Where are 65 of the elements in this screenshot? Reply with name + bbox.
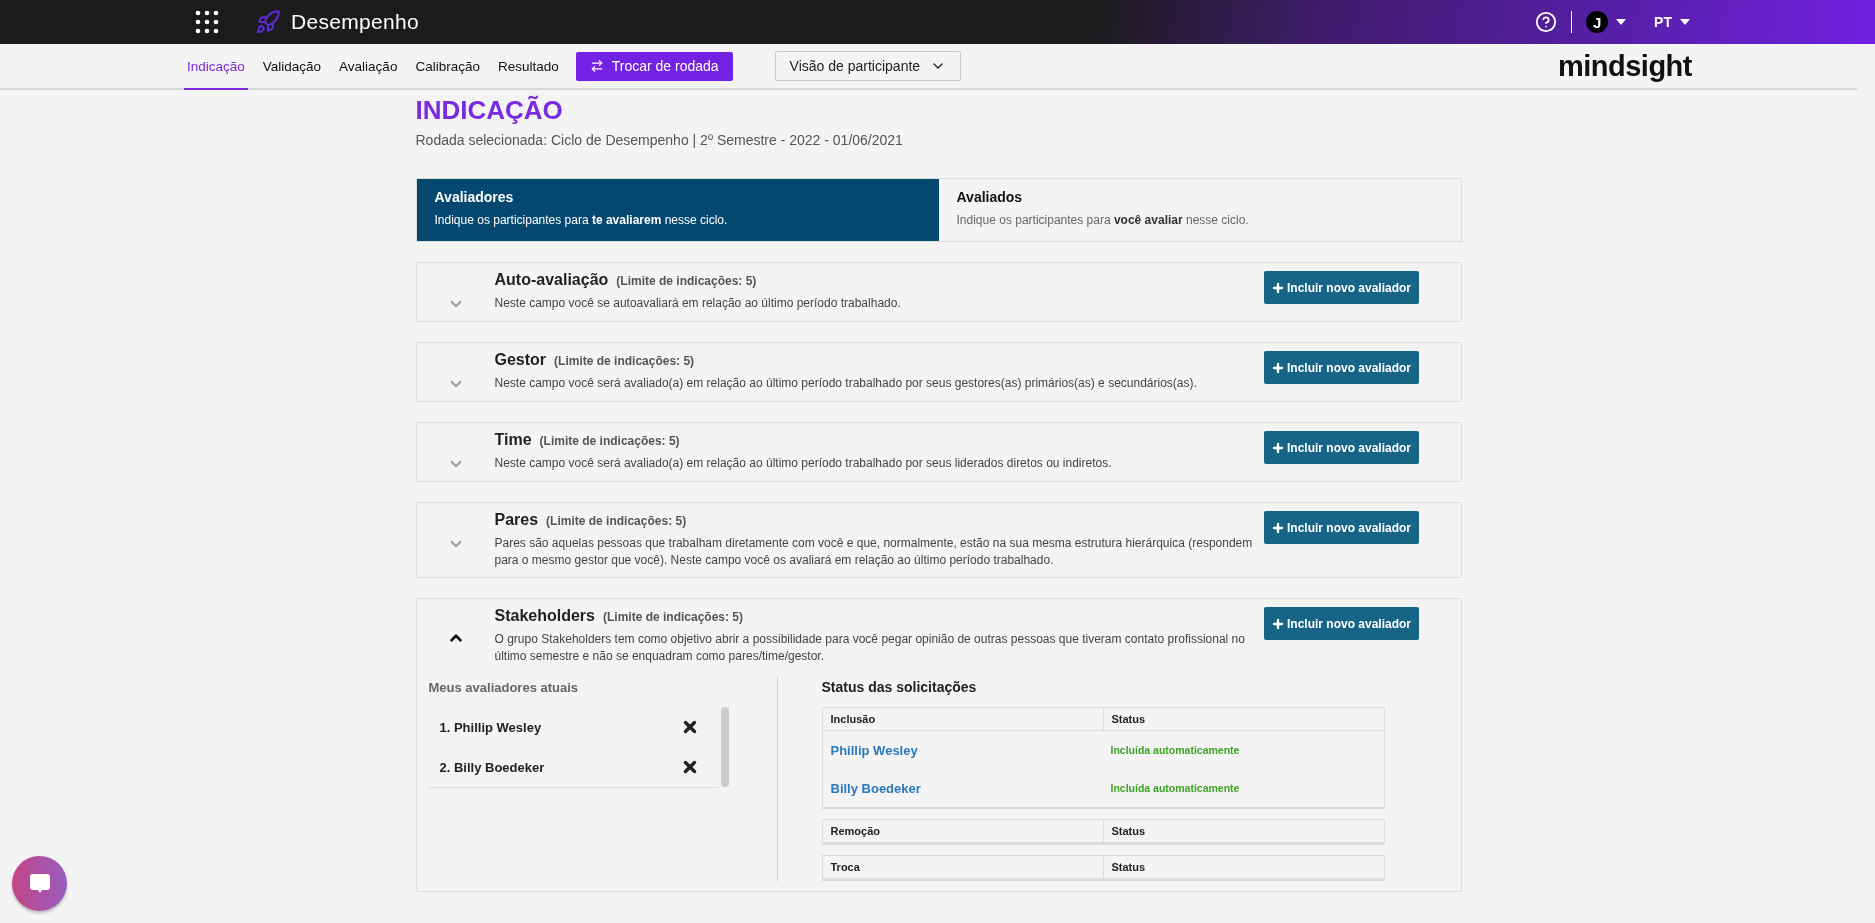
scrollbar[interactable] bbox=[720, 707, 729, 787]
section-description: O grupo Stakeholders tem como objetivo abrir a possibilidade para você pegar opinião de outras pessoas que tiveram contato profissional no último semestre e não se enquadram como pares/time/gestor. bbox=[494, 631, 1246, 665]
switch-round-button[interactable]: Trocar de rodada bbox=[575, 51, 733, 81]
nav-tab[interactable]: Avaliação bbox=[336, 44, 401, 90]
section-title: Auto-avaliação bbox=[494, 271, 609, 288]
user-avatar[interactable]: J bbox=[1586, 11, 1609, 33]
section-title: Gestor bbox=[494, 351, 547, 368]
mode-tab-title: Avaliados bbox=[956, 189, 1024, 205]
page-subtitle: Rodada selecionada: Ciclo de Desempenho | 2º Semestre - 2022 - 01/06/2021 bbox=[415, 132, 904, 148]
limit-label: (Limite de indicações: 5) bbox=[546, 514, 687, 528]
column-header: Troca bbox=[829, 860, 861, 875]
evaluator-name: 1. Phillip Wesley bbox=[439, 719, 542, 735]
app-title: Desempenho bbox=[291, 10, 419, 34]
plus-icon bbox=[1271, 520, 1285, 535]
section-title: Stakeholders bbox=[494, 607, 595, 624]
nav-tab[interactable]: Calibração bbox=[412, 44, 483, 90]
limit-label: (Limite de indicações: 5) bbox=[603, 610, 744, 624]
limit-label: (Limite de indicações: 5) bbox=[554, 354, 695, 368]
status-title: Status das solicitações bbox=[821, 679, 978, 695]
add-evaluator-button[interactable]: Incluir novo avaliador bbox=[1263, 607, 1419, 640]
add-evaluator-button[interactable]: Incluir novo avaliador bbox=[1263, 351, 1419, 384]
person-link[interactable]: Phillip Wesley bbox=[822, 742, 918, 758]
section-title: Pares bbox=[494, 511, 539, 528]
mode-tab-title: Avaliadores bbox=[434, 189, 515, 205]
caret-icon bbox=[1616, 19, 1627, 25]
help-icon[interactable] bbox=[1535, 11, 1558, 33]
plus-icon bbox=[1271, 360, 1285, 375]
mode-tab-description: Indique os participantes para te avaliarem nesse ciclo. bbox=[434, 213, 729, 227]
mode-tab[interactable]: Avaliadores Indique os participantes para te avaliarem nesse ciclo. bbox=[416, 179, 939, 241]
column-header: Remoção bbox=[829, 824, 882, 839]
add-evaluator-button[interactable]: Incluir novo avaliador bbox=[1263, 431, 1419, 464]
section-title: Time bbox=[494, 431, 532, 448]
person-link[interactable]: Billy Boedeker bbox=[822, 780, 921, 796]
caret-icon bbox=[1680, 19, 1690, 25]
section-description: Neste campo você se autoavaliará em relação ao último período trabalhado. bbox=[494, 295, 902, 312]
page-title: INDICAÇÃO bbox=[415, 94, 564, 126]
nav-tab[interactable]: Indicação bbox=[184, 44, 248, 90]
nav-tab[interactable]: Resultado bbox=[494, 44, 562, 90]
swap-icon bbox=[589, 59, 604, 73]
add-evaluator-button[interactable]: Incluir novo avaliador bbox=[1263, 511, 1419, 544]
section-description: Pares são aquelas pessoas que trabalham diretamente com você e que, normalmente, estão na sua mesma estrutura hierárquica (respondem para o mesmo gestor que você). Neste campo você os avaliará em relação ao último período trabalhado. bbox=[494, 535, 1254, 569]
status-text: Incluída automaticamente bbox=[1109, 744, 1240, 756]
add-evaluator-button[interactable]: Incluir novo avaliador bbox=[1263, 271, 1419, 304]
plus-icon bbox=[1271, 616, 1285, 631]
column-header: Status bbox=[1102, 708, 1384, 730]
mode-tab-description: Indique os participantes para você avaliar nesse ciclo. bbox=[956, 213, 1250, 227]
language-selector[interactable]: PT bbox=[1654, 14, 1672, 30]
chat-button[interactable] bbox=[12, 856, 67, 911]
apps-grid-icon[interactable] bbox=[195, 10, 219, 34]
evaluator-name: 2. Billy Boedeker bbox=[439, 759, 545, 775]
plus-icon bbox=[1271, 280, 1285, 295]
column-header: Status bbox=[1102, 820, 1384, 842]
limit-label: (Limite de indicações: 5) bbox=[539, 434, 680, 448]
section-description: Neste campo você será avaliado(a) em relação ao último período trabalhado por seus liderados diretos ou indiretos. bbox=[494, 455, 1113, 472]
column-header: Status bbox=[1102, 856, 1384, 878]
rocket-icon bbox=[255, 9, 281, 35]
view-dropdown[interactable]: Visão de participante bbox=[774, 51, 962, 81]
column-header: Inclusão bbox=[829, 712, 877, 727]
logo: mindsight bbox=[1557, 49, 1692, 83]
section-description: Neste campo você será avaliado(a) em relação ao último período trabalhado por seus gestores(as) primários(as) e secundários(as). bbox=[494, 375, 1198, 392]
nav-tab[interactable]: Validação bbox=[259, 44, 325, 90]
current-evaluators-label: Meus avaliadores atuais bbox=[428, 680, 580, 695]
status-text: Incluída automaticamente bbox=[1109, 782, 1240, 794]
limit-label: (Limite de indicações: 5) bbox=[616, 274, 757, 288]
plus-icon bbox=[1271, 440, 1285, 455]
